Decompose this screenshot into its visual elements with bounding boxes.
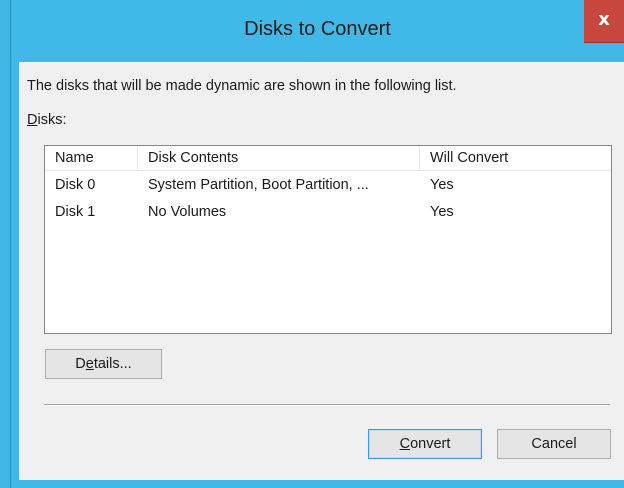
column-header-disk-contents[interactable]: Disk Contents [138,146,420,170]
title-bar[interactable]: Disks to Convert [11,0,624,62]
separator-line [44,404,610,406]
convert-label-mnemonic: C [399,436,411,452]
convert-button[interactable]: Convert [368,429,482,459]
close-icon: x [598,9,610,30]
disks-label-mnemonic: D [27,112,38,128]
cell-will-convert: Yes [430,177,454,193]
cell-name: Disk 1 [55,204,96,220]
cell-disk-contents: No Volumes [148,204,227,220]
cell-name: Disk 0 [55,177,96,193]
list-header: Name Disk Contents Will Convert [45,146,611,171]
window-frame-edge [10,0,11,488]
convert-label-post: onvert [410,436,451,452]
list-row-disk-0[interactable]: Disk 0 System Partition, Boot Partition,… [45,172,611,198]
window-bottom-frame [11,480,624,488]
window-title: Disks to Convert [244,18,391,40]
cancel-button[interactable]: Cancel [497,429,611,459]
column-header-will-convert[interactable]: Will Convert [420,146,611,170]
details-button[interactable]: Details... [45,349,162,379]
details-label-post: tails... [93,356,132,372]
cell-disk-contents: System Partition, Boot Partition, ... [148,177,369,193]
cell-will-convert: Yes [430,204,454,220]
dialog-window: Disks to Convert x The disks that will b… [0,0,624,488]
description-text: The disks that will be made dynamic are … [27,78,457,94]
column-header-name[interactable]: Name [45,146,138,170]
disks-label-text: isks: [37,112,67,128]
details-label-pre: D [75,356,86,372]
disks-list[interactable]: Name Disk Contents Will Convert Disk 0 S… [44,145,612,334]
details-label-mnemonic: e [85,356,94,372]
close-button[interactable]: x [584,0,624,43]
dialog-client-area: The disks that will be made dynamic are … [19,62,624,480]
list-row-disk-1[interactable]: Disk 1 No Volumes Yes [45,199,611,225]
disks-label: Disks: [27,112,66,128]
